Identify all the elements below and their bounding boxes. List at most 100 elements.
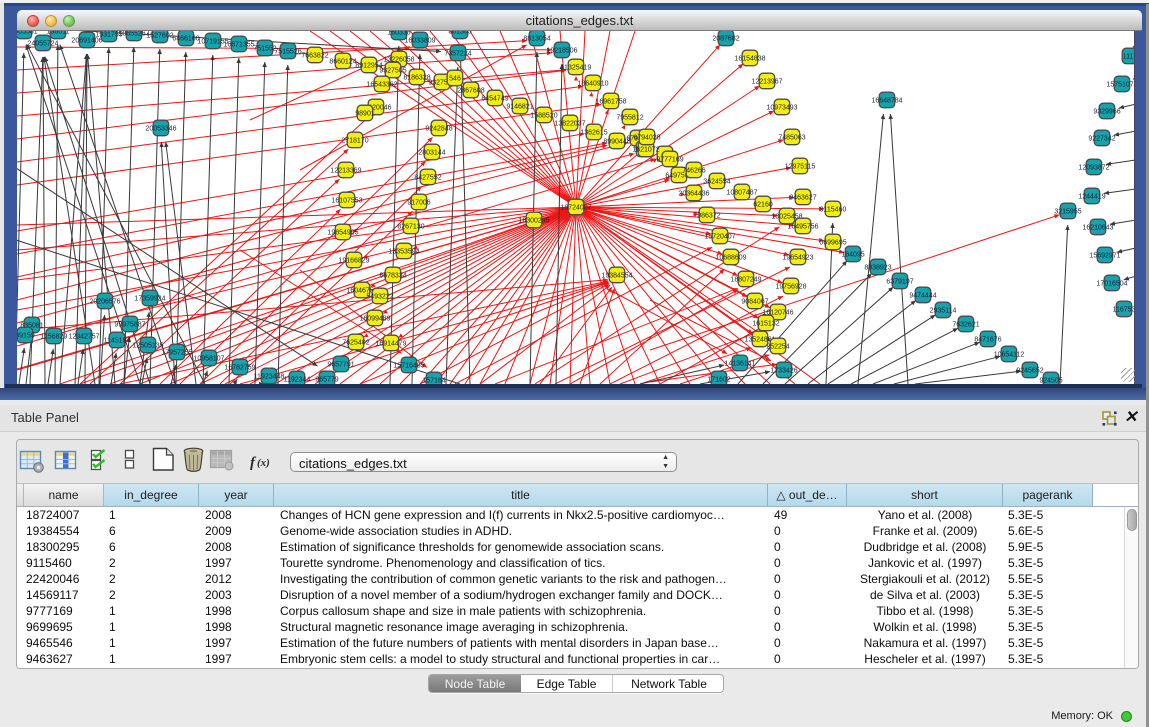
svg-text:1117: 1117 — [1123, 53, 1135, 60]
svg-text:9227342: 9227342 — [1088, 135, 1115, 142]
svg-text:746266: 746266 — [682, 167, 705, 174]
svg-text:198011: 198011 — [47, 31, 70, 35]
svg-text:6379197: 6379197 — [886, 278, 913, 285]
svg-text:17359924: 17359924 — [134, 295, 165, 302]
svg-text:16210643: 16210643 — [1082, 224, 1113, 231]
svg-text:1156829: 1156829 — [41, 333, 68, 340]
svg-text:18724007: 18724007 — [560, 204, 591, 211]
svg-text:16107553: 16107553 — [331, 197, 362, 204]
svg-text:f: f — [250, 455, 257, 471]
svg-text:16543362: 16543362 — [366, 81, 397, 88]
svg-text:546: 546 — [449, 75, 461, 82]
svg-text:16099489: 16099489 — [359, 315, 390, 322]
svg-text:19654923: 19654923 — [782, 254, 813, 261]
svg-text:7955812: 7955812 — [616, 114, 643, 121]
svg-text:9329966: 9329966 — [1093, 108, 1120, 115]
svg-text:917006: 917006 — [407, 199, 430, 206]
svg-text:18640910: 18640910 — [577, 80, 608, 87]
svg-text:15716485: 15716485 — [393, 362, 424, 369]
svg-text:7485063: 7485063 — [778, 134, 805, 141]
svg-text:9245652: 9245652 — [1016, 367, 1043, 374]
svg-text:8471676: 8471676 — [974, 336, 1001, 343]
svg-text:12213967: 12213967 — [751, 78, 782, 85]
svg-text:965779: 965779 — [315, 376, 338, 383]
svg-text:(x): (x) — [257, 457, 270, 469]
svg-text:1621072: 1621072 — [632, 146, 659, 153]
svg-text:16495756: 16495756 — [787, 223, 818, 230]
svg-text:1588520: 1588520 — [530, 112, 557, 119]
svg-text:1244419: 1244419 — [1078, 193, 1105, 200]
svg-text:11923448: 11923448 — [254, 373, 285, 380]
svg-text:7515526: 7515526 — [274, 48, 301, 55]
svg-text:3215955: 3215955 — [1054, 208, 1081, 215]
svg-text:2803144: 2803144 — [418, 149, 445, 156]
svg-text:16961758: 16961758 — [595, 98, 626, 105]
svg-text:7986372: 7986372 — [693, 212, 720, 219]
svg-text:16648784: 16648784 — [871, 97, 902, 104]
svg-text:10688609: 10688609 — [715, 254, 746, 261]
svg-text:99975887: 99975887 — [114, 321, 145, 328]
svg-text:1362615: 1362615 — [580, 129, 607, 136]
svg-text:20364436: 20364436 — [678, 190, 709, 197]
svg-text:164095: 164095 — [841, 251, 864, 258]
svg-text:17016504: 17016504 — [1096, 280, 1127, 287]
svg-text:19166829: 19166829 — [338, 257, 369, 264]
svg-text:16914479: 16914479 — [375, 340, 406, 347]
svg-text:9242848: 9242848 — [425, 125, 452, 132]
svg-text:157164: 157164 — [422, 377, 445, 384]
svg-text:62160: 62160 — [753, 201, 773, 208]
svg-text:1733426: 1733426 — [770, 367, 797, 374]
svg-text:20691406: 20691406 — [71, 37, 102, 44]
svg-text:19384554: 19384554 — [601, 272, 632, 279]
svg-text:0699695: 0699695 — [819, 239, 846, 246]
svg-text:7632621: 7632621 — [952, 321, 979, 328]
svg-text:12975115: 12975115 — [785, 163, 816, 170]
svg-text:14136141: 14136141 — [724, 360, 755, 367]
svg-text:8678334: 8678334 — [379, 272, 406, 279]
svg-text:7357224: 7357224 — [444, 50, 471, 57]
svg-text:9327505: 9327505 — [379, 67, 406, 74]
svg-text:15751074: 15751074 — [1106, 81, 1135, 88]
svg-text:11325419: 11325419 — [561, 64, 592, 71]
svg-text:1192344: 1192344 — [284, 376, 311, 383]
svg-text:7663822: 7663822 — [301, 52, 328, 59]
svg-text:1615132: 1615132 — [752, 320, 779, 327]
svg-text:8186328: 8186328 — [403, 74, 430, 81]
svg-text:171602: 171602 — [707, 376, 730, 383]
svg-text:13822037: 13822037 — [554, 120, 585, 127]
svg-text:9146821: 9146821 — [506, 103, 533, 110]
svg-text:16033809: 16033809 — [404, 37, 435, 44]
svg-text:17957255: 17957255 — [161, 349, 192, 356]
svg-text:751552: 751552 — [253, 45, 276, 52]
svg-text:16782759: 16782759 — [224, 364, 255, 371]
svg-text:19218506: 19218506 — [546, 47, 577, 54]
svg-text:24055724: 24055724 — [27, 40, 58, 47]
svg-text:252254: 252254 — [766, 343, 789, 350]
svg-text:10958107: 10958107 — [193, 355, 224, 362]
svg-text:18807249: 18807249 — [730, 276, 761, 283]
svg-text:9777169: 9777169 — [656, 156, 683, 163]
svg-text:20053346: 20053346 — [145, 125, 176, 132]
svg-text:3624554: 3624554 — [703, 178, 730, 185]
svg-text:6794028: 6794028 — [633, 134, 660, 141]
svg-text:12213369: 12213369 — [330, 167, 361, 174]
svg-text:10973493: 10973493 — [766, 104, 797, 111]
svg-text:5493222: 5493222 — [366, 293, 393, 300]
svg-text:15692971: 15692971 — [1089, 252, 1120, 259]
svg-text:2935114: 2935114 — [930, 307, 957, 314]
svg-text:9474444: 9474444 — [909, 292, 936, 299]
svg-text:13353594: 13353594 — [388, 248, 419, 255]
svg-text:9084067: 9084067 — [741, 298, 768, 305]
svg-text:10807487: 10807487 — [726, 189, 757, 196]
svg-text:1527602: 1527602 — [146, 32, 173, 39]
svg-text:6466160: 6466160 — [172, 35, 199, 42]
svg-text:12093872: 12093872 — [1078, 164, 1109, 171]
svg-text:116753: 116753 — [1113, 306, 1135, 313]
svg-text:10654112: 10654112 — [994, 351, 1025, 358]
svg-text:2087682: 2087682 — [712, 35, 739, 42]
svg-text:10655267: 10655267 — [118, 31, 149, 37]
svg-text:19756928: 19756928 — [775, 283, 806, 290]
svg-text:98901: 98901 — [355, 110, 375, 117]
svg-text:924505: 924505 — [1039, 377, 1062, 384]
svg-text:8660124: 8660124 — [329, 58, 356, 65]
